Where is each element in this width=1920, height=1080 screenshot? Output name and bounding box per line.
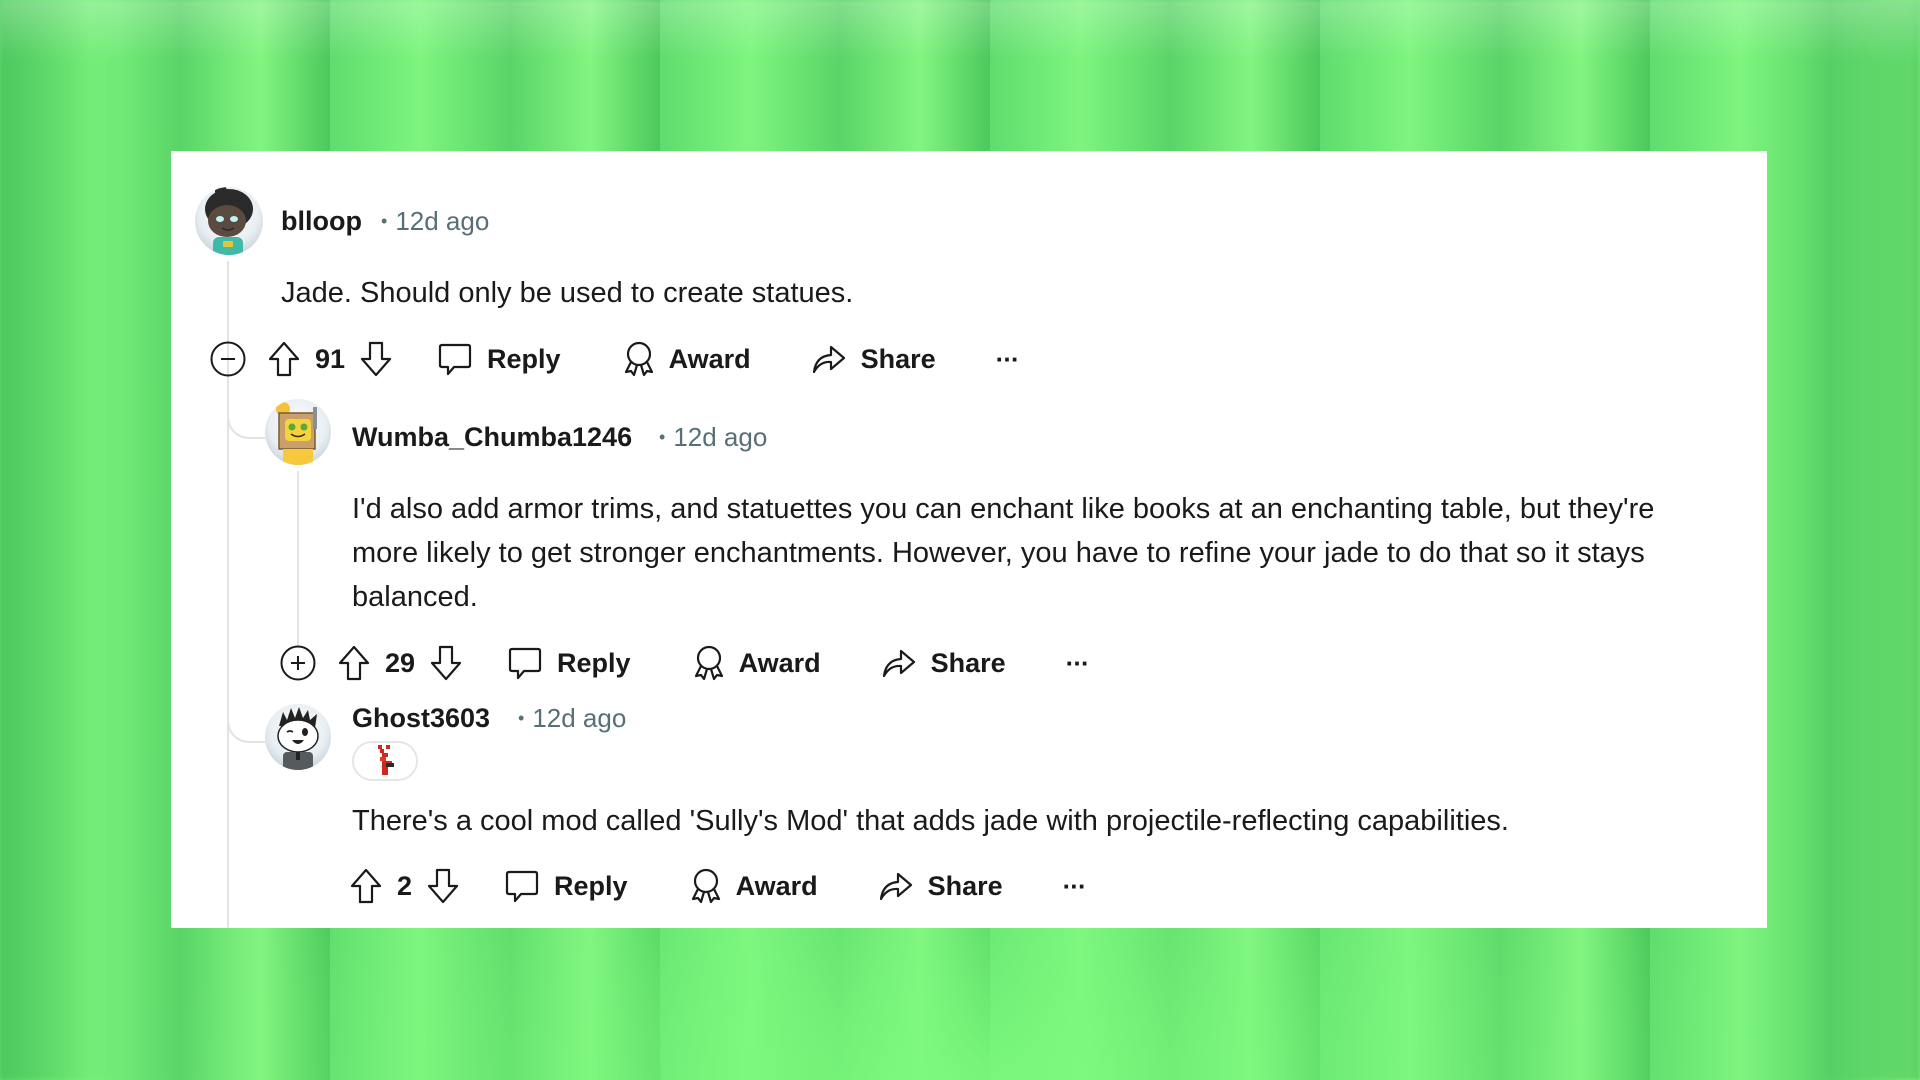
collapse-thread-button[interactable]: [209, 340, 247, 378]
more-options-button[interactable]: ···: [1066, 648, 1090, 679]
meta-separator: •: [659, 427, 666, 447]
award-label: Award: [735, 870, 818, 901]
share-button[interactable]: Share: [811, 342, 936, 376]
more-options-button[interactable]: ···: [1063, 871, 1087, 902]
vote-count: 2: [397, 870, 413, 901]
reply-button[interactable]: Reply: [504, 868, 628, 904]
comment-username[interactable]: Wumba_Chumba1246: [352, 422, 632, 453]
vote-count: 29: [385, 647, 416, 678]
downvote-button[interactable]: [426, 867, 460, 905]
avatar[interactable]: [265, 399, 331, 465]
comment-thread-card: blloop • 12d ago Jade. Should only be use…: [171, 151, 1767, 928]
upvote-arrow-icon: [350, 868, 382, 904]
vote-count: 91: [315, 343, 346, 374]
avatar-ghost-icon: [277, 707, 319, 770]
award-icon: [694, 645, 723, 681]
upvote-button[interactable]: [349, 867, 383, 905]
share-label: Share: [860, 343, 936, 374]
timestamp-text: 12d ago: [395, 206, 490, 236]
comment-bubble-icon: [438, 343, 472, 376]
comment-actions: 2 Reply Award Share ···: [349, 864, 1087, 908]
share-label: Share: [930, 647, 1006, 678]
comment-body: I'd also add armor trims, and statuettes…: [352, 493, 1655, 613]
share-arrow-icon: [882, 649, 915, 678]
avatar[interactable]: [265, 704, 331, 770]
comment-timestamp[interactable]: • 12d ago: [518, 703, 626, 734]
comment-bubble-icon: [508, 647, 542, 680]
meta-separator: •: [381, 211, 388, 231]
downvote-arrow-icon: [430, 645, 462, 681]
reply-label: Reply: [557, 647, 631, 678]
thread-connector: [227, 397, 267, 439]
share-arrow-icon: [812, 345, 845, 374]
comment-body: There's a cool mod called 'Sully's Mod' …: [352, 805, 1509, 837]
avatar-blloop-icon: [205, 187, 253, 255]
award-icon: [624, 341, 653, 377]
expand-thread-button[interactable]: [279, 644, 317, 682]
upvote-button[interactable]: [267, 340, 301, 378]
award-icon: [691, 868, 720, 904]
thread-connector: [227, 701, 267, 743]
reply-button[interactable]: Reply: [507, 645, 631, 681]
award-button[interactable]: Award: [691, 644, 821, 682]
downvote-button[interactable]: [359, 340, 393, 378]
share-label: Share: [927, 870, 1003, 901]
award-label: Award: [738, 647, 821, 678]
avatar-wumba-icon: [276, 402, 317, 465]
reply-label: Reply: [554, 870, 628, 901]
more-options-button[interactable]: ···: [996, 344, 1020, 375]
reply-button[interactable]: Reply: [437, 341, 561, 377]
minus-circle-icon: [210, 341, 246, 377]
share-arrow-icon: [879, 872, 912, 901]
comment-bubble-icon: [505, 870, 539, 903]
timestamp-text: 12d ago: [673, 422, 768, 452]
upvote-arrow-icon: [268, 341, 300, 377]
comment-username[interactable]: blloop: [281, 206, 362, 237]
downvote-button[interactable]: [429, 644, 463, 682]
user-flair: [352, 741, 418, 781]
share-button[interactable]: Share: [881, 646, 1006, 680]
comment-body: Jade. Should only be used to create stat…: [281, 277, 854, 309]
share-button[interactable]: Share: [878, 869, 1003, 903]
upvote-button[interactable]: [337, 644, 371, 682]
plus-circle-icon: [280, 645, 316, 681]
avatar[interactable]: [195, 187, 263, 255]
comment-actions: 91 Reply Award Share ···: [209, 337, 1020, 381]
comment-timestamp[interactable]: • 12d ago: [381, 206, 489, 237]
comment-username[interactable]: Ghost3603: [352, 703, 490, 734]
award-label: Award: [668, 343, 751, 374]
award-button[interactable]: Award: [688, 867, 818, 905]
thread-line-reply-1[interactable]: [297, 471, 299, 646]
pixel-emoji-icon: [378, 745, 394, 775]
meta-separator: •: [518, 708, 525, 728]
timestamp-text: 12d ago: [532, 703, 627, 733]
comment-timestamp[interactable]: • 12d ago: [659, 422, 767, 453]
comment-actions: 29 Reply Award Share ···: [279, 641, 1090, 685]
award-button[interactable]: Award: [621, 340, 751, 378]
downvote-arrow-icon: [427, 868, 459, 904]
upvote-arrow-icon: [338, 645, 370, 681]
reply-label: Reply: [487, 343, 561, 374]
downvote-arrow-icon: [360, 341, 392, 377]
